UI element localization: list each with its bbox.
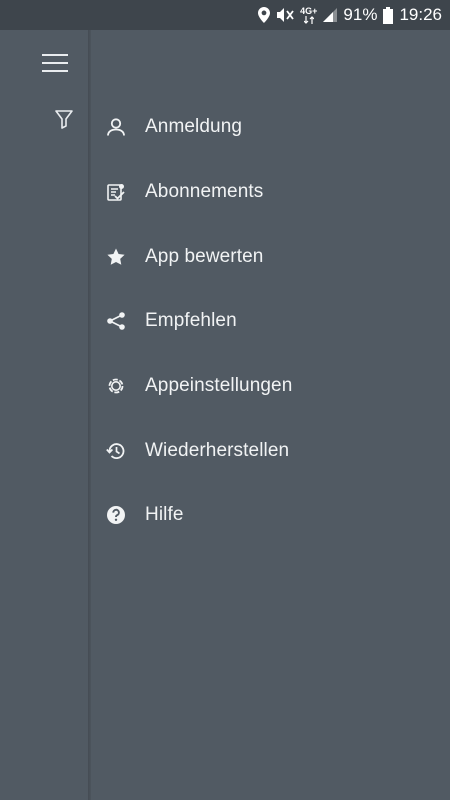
menu-item-app-bewerten[interactable]: App bewerten [91, 224, 450, 289]
battery-percent: 91% [343, 5, 378, 24]
menu-item-label: Wiederherstellen [145, 439, 290, 461]
filter-icon[interactable] [53, 108, 75, 130]
person-icon [105, 116, 127, 138]
menu-item-label: Abonnements [145, 181, 264, 203]
share-icon [105, 310, 127, 332]
navigation-drawer-menu: Anmeldung Abonnements App bewerten Empfe… [91, 95, 450, 548]
menu-item-label: App bewerten [145, 245, 264, 267]
network-type-label: 4G+ [300, 5, 318, 16]
location-icon [258, 7, 271, 23]
menu-item-appeinstellungen[interactable]: Appeinstellungen [91, 354, 450, 419]
side-rail [0, 30, 88, 800]
menu-item-empfehlen[interactable]: Empfehlen [91, 289, 450, 354]
settings-gear-icon [105, 375, 127, 397]
signal-icon [323, 8, 338, 22]
help-icon [105, 504, 127, 526]
menu-item-anmeldung[interactable]: Anmeldung [91, 95, 450, 160]
menu-item-wiederherstellen[interactable]: Wiederherstellen [91, 418, 450, 483]
clock: 19:26 [399, 5, 442, 24]
menu-item-hilfe[interactable]: Hilfe [91, 483, 450, 548]
network-type: 4G+ [300, 5, 318, 24]
menu-item-label: Anmeldung [145, 116, 243, 138]
subscription-icon [105, 181, 127, 203]
hamburger-menu-icon[interactable] [39, 50, 71, 76]
restore-history-icon [105, 440, 127, 462]
menu-item-abonnements[interactable]: Abonnements [91, 160, 450, 225]
menu-item-label: Empfehlen [145, 310, 237, 332]
battery-icon [383, 6, 394, 24]
status-bar: 4G+ 91% 19:26 [0, 0, 450, 30]
star-icon [105, 246, 127, 268]
mute-icon [276, 7, 294, 23]
menu-item-label: Appeinstellungen [145, 375, 293, 397]
menu-item-label: Hilfe [145, 504, 184, 526]
